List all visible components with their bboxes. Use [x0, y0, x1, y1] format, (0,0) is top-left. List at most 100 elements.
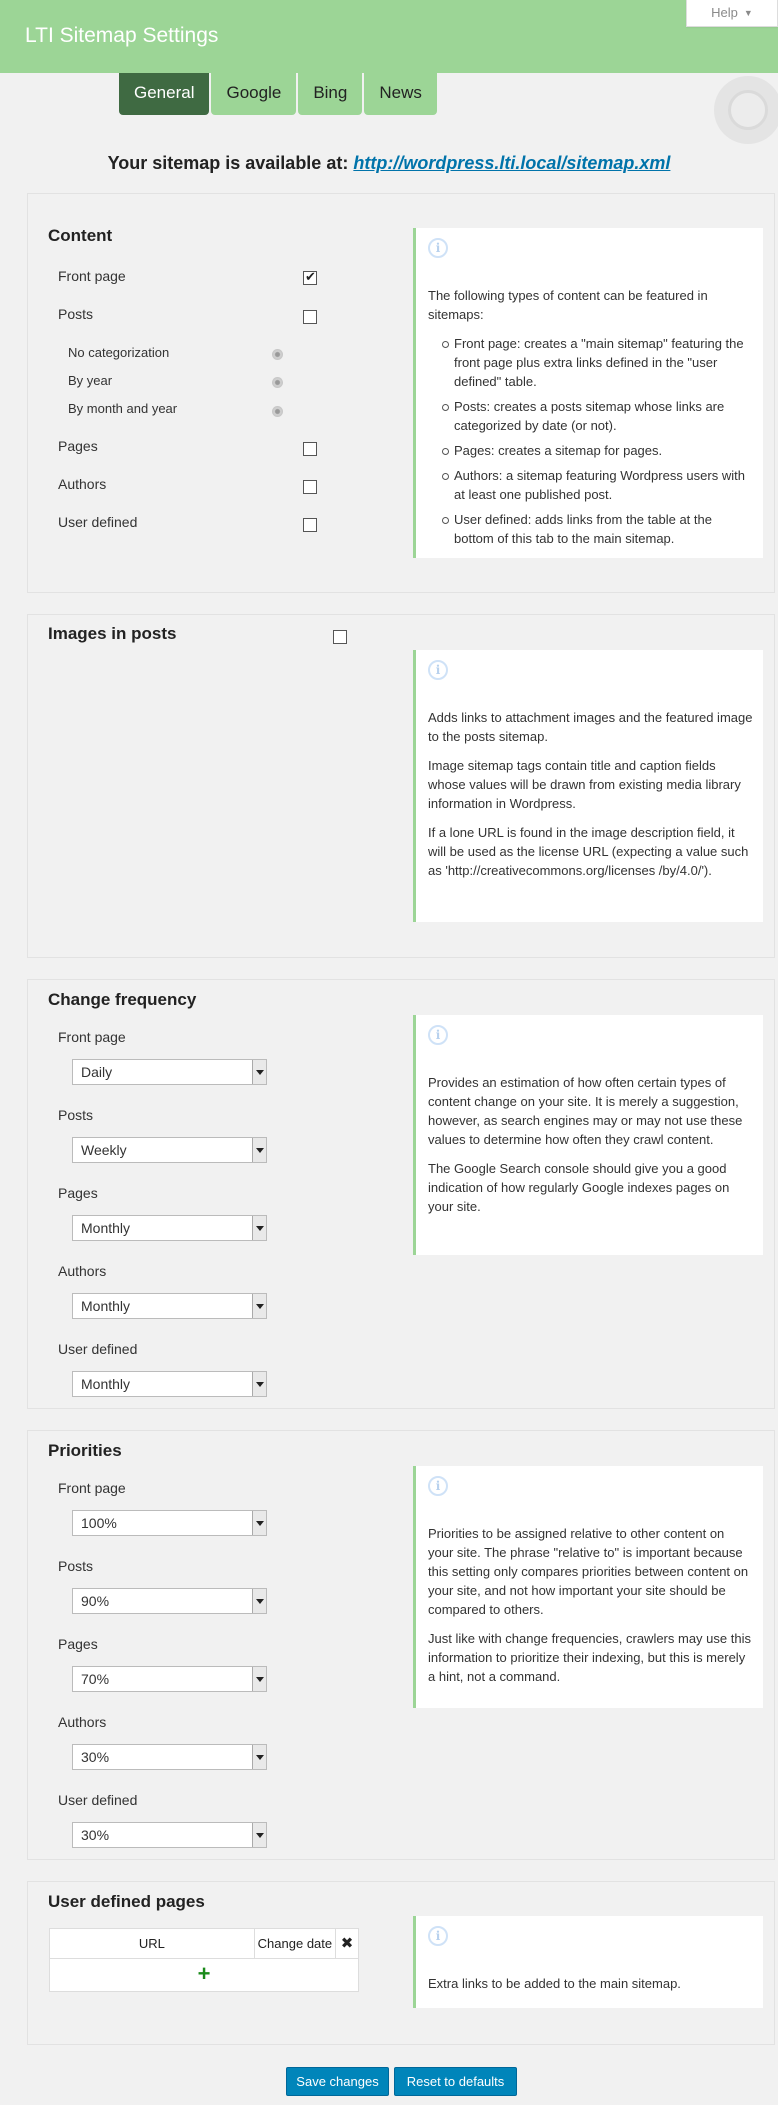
authors-checkbox[interactable]	[303, 480, 317, 494]
url-column-header: URL	[50, 1929, 255, 1958]
section-title: Change frequency	[48, 990, 197, 1009]
by-month-year-label: By month and year	[68, 401, 178, 416]
front-page-label: Front page	[58, 1029, 126, 1045]
section-title: Content	[48, 226, 113, 245]
authors-label: Authors	[58, 1714, 107, 1730]
pages-label: Pages	[58, 1636, 98, 1652]
select-value: 100%	[81, 1515, 117, 1531]
dropdown-arrow-icon	[252, 1667, 266, 1691]
select-value: Monthly	[81, 1298, 131, 1314]
dropdown-arrow-icon	[252, 1372, 266, 1396]
save-changes-button[interactable]: Save changes	[286, 2067, 389, 2096]
select-value: Weekly	[81, 1142, 127, 1158]
info-icon: i	[428, 1025, 448, 1045]
dropdown-arrow-icon	[252, 1138, 266, 1162]
dropdown-arrow-icon	[252, 1511, 266, 1535]
front-page-priority-select[interactable]: 100%	[72, 1510, 267, 1536]
no-categorization-label: No categorization	[68, 345, 170, 360]
authors-frequency-select[interactable]: Monthly	[72, 1293, 267, 1319]
front-page-label: Front page	[58, 1480, 126, 1496]
content-section: Content Front page Posts No categorizati…	[27, 193, 775, 593]
sitemap-url-notice: Your sitemap is available at: http://wor…	[0, 153, 778, 174]
page-header: LTI Sitemap Settings Help ▼	[0, 0, 778, 73]
info-text: The following types of content can be fe…	[428, 288, 708, 322]
user-defined-checkbox[interactable]	[303, 518, 317, 532]
list-item: Front page: creates a "main sitemap" fea…	[442, 334, 753, 391]
posts-label: Posts	[58, 1558, 94, 1574]
user-defined-label: User defined	[58, 1341, 138, 1357]
posts-checkbox[interactable]	[303, 310, 317, 324]
select-value: Monthly	[81, 1376, 131, 1392]
info-text: If a lone URL is found in the image desc…	[428, 825, 749, 878]
chevron-down-icon: ▼	[743, 8, 753, 18]
sitemap-url-link[interactable]: http://wordpress.lti.local/sitemap.xml	[353, 153, 670, 173]
front-page-frequency-select[interactable]: Daily	[72, 1059, 267, 1085]
dropdown-arrow-icon	[252, 1060, 266, 1084]
remove-row-icon[interactable]: ✖	[336, 1929, 358, 1958]
info-text: Image sitemap tags contain title and cap…	[428, 758, 741, 811]
pages-frequency-select[interactable]: Monthly	[72, 1215, 267, 1241]
sitemap-url-prefix: Your sitemap is available at:	[107, 153, 349, 173]
pages-priority-select[interactable]: 70%	[72, 1666, 267, 1692]
user-defined-priority-select[interactable]: 30%	[72, 1822, 267, 1848]
section-title: User defined pages	[48, 1892, 205, 1911]
section-title: Priorities	[48, 1441, 122, 1460]
images-section: Images in posts i Adds links to attachme…	[27, 614, 775, 958]
pages-label: Pages	[58, 438, 98, 454]
reset-defaults-button[interactable]: Reset to defaults	[394, 2067, 517, 2096]
authors-priority-select[interactable]: 30%	[72, 1744, 267, 1770]
tab-bing[interactable]: Bing	[298, 73, 363, 115]
authors-label: Authors	[58, 1263, 107, 1279]
select-value: Monthly	[81, 1220, 131, 1236]
content-info-box: i The following types of content can be …	[413, 228, 763, 558]
images-info-box: i Adds links to attachment images and th…	[413, 650, 763, 922]
select-value: 30%	[81, 1827, 110, 1843]
user-defined-pages-table: URL Change date ✖ +	[49, 1928, 359, 1992]
dropdown-arrow-icon	[252, 1216, 266, 1240]
front-page-label: Front page	[58, 268, 126, 284]
select-value: Daily	[81, 1064, 113, 1080]
by-month-year-radio[interactable]	[272, 406, 283, 417]
info-text: Extra links to be added to the main site…	[428, 1976, 681, 1991]
posts-frequency-select[interactable]: Weekly	[72, 1137, 267, 1163]
dropdown-arrow-icon	[252, 1823, 266, 1847]
info-icon: i	[428, 660, 448, 680]
dropdown-arrow-icon	[252, 1589, 266, 1613]
tab-news[interactable]: News	[364, 73, 437, 115]
help-label: Help	[711, 5, 738, 20]
list-item: Pages: creates a sitemap for pages.	[442, 441, 753, 460]
info-icon: i	[428, 1476, 448, 1496]
no-categorization-radio[interactable]	[272, 349, 283, 360]
info-text: Adds links to attachment images and the …	[428, 710, 753, 744]
info-icon: i	[428, 238, 448, 258]
info-text: Priorities to be assigned relative to ot…	[428, 1526, 749, 1617]
user-defined-label: User defined	[58, 514, 138, 530]
user-defined-pages-section: User defined pages URL Change date ✖ + i…	[27, 1881, 775, 2045]
info-icon: i	[428, 1926, 448, 1946]
front-page-checkbox[interactable]	[303, 269, 317, 285]
info-list: Front page: creates a "main sitemap" fea…	[442, 334, 753, 548]
authors-label: Authors	[58, 476, 107, 492]
dropdown-arrow-icon	[252, 1294, 266, 1318]
posts-priority-select[interactable]: 90%	[72, 1588, 267, 1614]
tab-general[interactable]: General	[119, 73, 210, 115]
images-in-posts-checkbox[interactable]	[333, 630, 347, 644]
posts-label: Posts	[58, 306, 94, 322]
by-year-radio[interactable]	[272, 377, 283, 388]
page-title: LTI Sitemap Settings	[25, 24, 219, 47]
plugin-logo-icon	[714, 76, 778, 144]
help-button[interactable]: Help ▼	[686, 0, 778, 27]
change-date-column-header: Change date	[255, 1929, 337, 1958]
info-text: The Google Search console should give yo…	[428, 1161, 730, 1214]
select-value: 30%	[81, 1749, 110, 1765]
pages-label: Pages	[58, 1185, 98, 1201]
pages-checkbox[interactable]	[303, 442, 317, 456]
add-row-icon[interactable]: +	[50, 1959, 358, 1989]
list-item: Posts: creates a posts sitemap whose lin…	[442, 397, 753, 435]
posts-label: Posts	[58, 1107, 94, 1123]
user-defined-label: User defined	[58, 1792, 138, 1808]
user-defined-frequency-select[interactable]: Monthly	[72, 1371, 267, 1397]
dropdown-arrow-icon	[252, 1745, 266, 1769]
section-title: Images in posts	[48, 624, 177, 643]
tab-google[interactable]: Google	[211, 73, 297, 115]
